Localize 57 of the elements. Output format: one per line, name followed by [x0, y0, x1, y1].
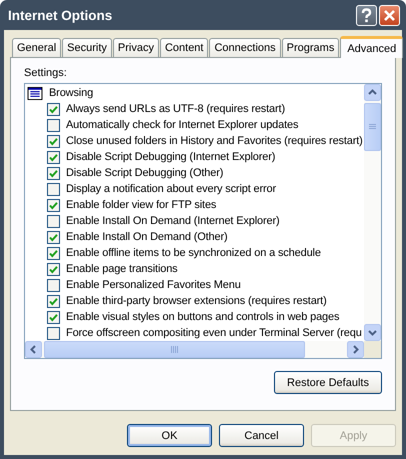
- settings-label: Settings:: [24, 67, 68, 79]
- checkbox[interactable]: [47, 134, 60, 148]
- setting-label: Disable Script Debugging (Internet Explorer): [66, 151, 276, 163]
- scroll-right-button[interactable]: [347, 341, 364, 358]
- tab[interactable]: Security: [62, 38, 112, 57]
- help-icon: [360, 8, 373, 22]
- group-label: Browsing: [49, 87, 94, 99]
- setting-label: Close unused folders in History and Favorites (requires restart): [66, 135, 363, 147]
- checkbox[interactable]: [47, 214, 60, 228]
- checkbox[interactable]: [47, 230, 60, 244]
- scroll-left-button[interactable]: [25, 341, 42, 358]
- scroll-thumb[interactable]: [44, 341, 305, 358]
- window-title: Internet Options: [8, 8, 114, 22]
- checkbox[interactable]: [47, 118, 60, 132]
- scroll-down-button[interactable]: [364, 324, 381, 341]
- setting-label: Enable Install On Demand (Other): [66, 231, 228, 243]
- setting-label: Automatically check for Internet Explorer updates: [66, 119, 298, 131]
- setting-label: Enable third-party browser extensions (requires restart): [66, 295, 327, 307]
- tab[interactable]: Privacy: [112, 38, 159, 57]
- close-button[interactable]: [379, 4, 400, 26]
- checkbox[interactable]: [47, 198, 60, 212]
- checkbox[interactable]: [47, 326, 60, 340]
- close-icon: [383, 8, 396, 22]
- tab[interactable]: Programs: [282, 38, 340, 57]
- setting-label: Enable folder view for FTP sites: [66, 199, 216, 211]
- tab[interactable]: Advanced: [340, 36, 404, 58]
- setting-label: Display a notification about every script error: [66, 183, 276, 195]
- checkbox[interactable]: [47, 294, 60, 308]
- checkbox[interactable]: [47, 246, 60, 260]
- checkbox[interactable]: [47, 310, 60, 324]
- scroll-thumb[interactable]: [364, 103, 381, 151]
- setting-label: Disable Script Debugging (Other): [66, 167, 224, 179]
- help-button[interactable]: [356, 4, 377, 26]
- checkbox[interactable]: [47, 182, 60, 196]
- checkbox[interactable]: [47, 102, 60, 116]
- setting-label: Enable Install On Demand (Internet Explorer): [66, 215, 280, 227]
- setting-label: Always send URLs as UTF-8 (requires restart): [66, 103, 285, 115]
- scroll-up-button[interactable]: [364, 84, 381, 101]
- setting-label: Enable page transitions: [66, 263, 178, 275]
- dialog-button[interactable]: OK: [127, 424, 212, 447]
- horizontal-scrollbar[interactable]: [25, 341, 364, 358]
- tab[interactable]: Content: [160, 38, 208, 57]
- scrollbar-corner: [364, 341, 381, 358]
- checkbox[interactable]: [47, 262, 60, 276]
- settings-group-icon: [27, 86, 43, 100]
- setting-label: Enable offline items to be synchronized on a schedule: [66, 247, 321, 259]
- setting-label: Enable visual styles on buttons and controls in web pages: [66, 311, 340, 323]
- tab[interactable]: Connections: [209, 38, 281, 57]
- setting-label: Enable Personalized Favorites Menu: [66, 279, 241, 291]
- checkbox[interactable]: [47, 278, 60, 292]
- checkbox[interactable]: [47, 166, 60, 180]
- checkbox[interactable]: [47, 150, 60, 164]
- vertical-scrollbar[interactable]: [364, 84, 381, 341]
- setting-label: Force offscreen compositing even under Terminal Server (requ: [66, 327, 362, 339]
- restore-defaults-button[interactable]: Restore Defaults: [274, 371, 382, 394]
- dialog-button[interactable]: Cancel: [219, 424, 304, 447]
- tab[interactable]: General: [12, 38, 62, 57]
